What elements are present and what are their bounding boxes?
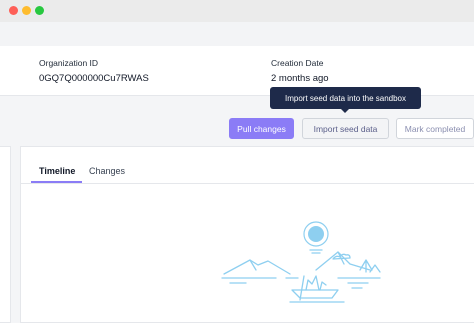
close-window-icon[interactable] <box>9 6 18 15</box>
organization-id-label: Organization ID <box>39 58 99 68</box>
organization-id-value: 0GQ7Q000000Cu7RWAS <box>39 73 149 84</box>
landscape-boat-illustration <box>221 221 381 303</box>
pull-changes-button[interactable]: Pull changes <box>229 118 294 139</box>
tab-changes[interactable]: Changes <box>89 166 125 176</box>
window-titlebar <box>0 0 474 22</box>
import-seed-data-button[interactable]: Import seed data <box>302 118 389 139</box>
tooltip-arrow <box>341 109 349 113</box>
maximize-window-icon[interactable] <box>35 6 44 15</box>
left-side-panel <box>0 146 11 323</box>
mark-completed-button[interactable]: Mark completed <box>396 118 474 139</box>
header-band <box>0 22 474 46</box>
minimize-window-icon[interactable] <box>22 6 31 15</box>
creation-date-value: 2 months ago <box>271 73 329 84</box>
tab-timeline[interactable]: Timeline <box>39 166 75 176</box>
creation-date-label: Creation Date <box>271 58 324 68</box>
import-seed-data-tooltip: Import seed data into the sandbox <box>270 87 421 109</box>
tabs-divider <box>21 183 474 184</box>
